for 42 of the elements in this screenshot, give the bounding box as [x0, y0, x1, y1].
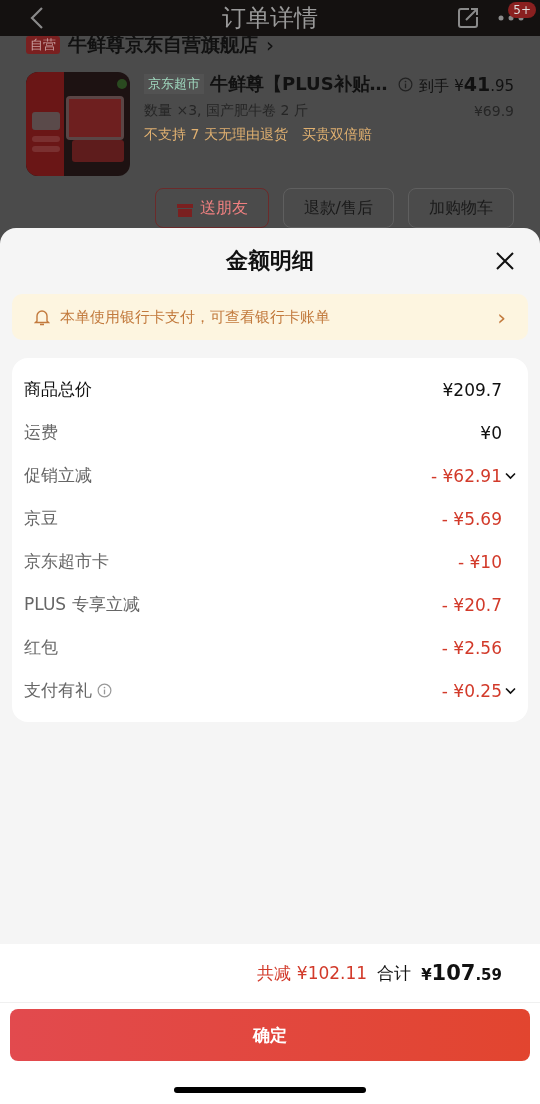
- amount-label: PLUS 专享立减: [24, 593, 140, 616]
- payment-notice[interactable]: 本单使用银行卡支付，可查看银行卡账单 ›: [12, 294, 528, 340]
- service-note: 买贵双倍赔: [301, 126, 372, 144]
- amount-label: 运费: [24, 421, 58, 444]
- total-label: 合计: [377, 961, 412, 985]
- notice-chevron: ›: [497, 304, 506, 330]
- store-chevron[interactable]: ›: [266, 33, 274, 57]
- product-name[interactable]: 牛鲜尊【PLUS补贴…: [210, 72, 393, 96]
- total-savings: 共减 ¥102.11: [257, 961, 368, 985]
- amount-value: ¥0: [480, 422, 502, 443]
- page-title: 订单详情: [221, 3, 319, 34]
- sheet-title: 金额明细: [226, 247, 314, 275]
- final-price: 到手 ¥41.95: [419, 72, 514, 96]
- close-icon[interactable]: [494, 250, 516, 272]
- amount-value: - ¥0.25: [441, 680, 502, 701]
- confirm-button[interactable]: 确定: [10, 1009, 530, 1061]
- chevron-down-icon[interactable]: [505, 471, 516, 480]
- info-icon: [97, 683, 112, 698]
- self-operated-tag: 自营: [26, 36, 60, 54]
- amount-label: 红包: [24, 636, 58, 659]
- amount-value: - ¥20.7: [441, 594, 502, 615]
- amount-value: - ¥62.91: [430, 465, 502, 486]
- supermarket-tag: 京东超市: [144, 74, 204, 94]
- amount-value: - ¥5.69: [441, 508, 502, 529]
- info-icon: [398, 76, 414, 92]
- amount-label: 促销立减: [24, 464, 92, 487]
- amount-value: ¥209.7: [442, 379, 502, 400]
- amount-label: 支付有礼: [24, 679, 92, 702]
- store-name[interactable]: 牛鲜尊京东自营旗舰店: [68, 32, 258, 58]
- amount-label: 京豆: [24, 507, 58, 530]
- amount-value: - ¥10: [458, 551, 502, 572]
- amount-value: - ¥2.56: [441, 637, 502, 658]
- amount-label: 京东超市卡: [24, 550, 109, 573]
- notification-badge: 5+: [508, 2, 536, 18]
- back-icon[interactable]: [30, 6, 44, 30]
- chevron-down-icon[interactable]: [505, 686, 516, 695]
- amount-label: 商品总价: [24, 378, 92, 401]
- notice-text: 本单使用银行卡支付，可查看银行卡账单: [60, 307, 331, 327]
- share-icon[interactable]: [456, 6, 480, 30]
- service-note: 不支持 7 天无理由退货: [144, 126, 288, 144]
- total-amount: ¥107.59: [421, 961, 502, 985]
- bell-icon: [34, 308, 50, 326]
